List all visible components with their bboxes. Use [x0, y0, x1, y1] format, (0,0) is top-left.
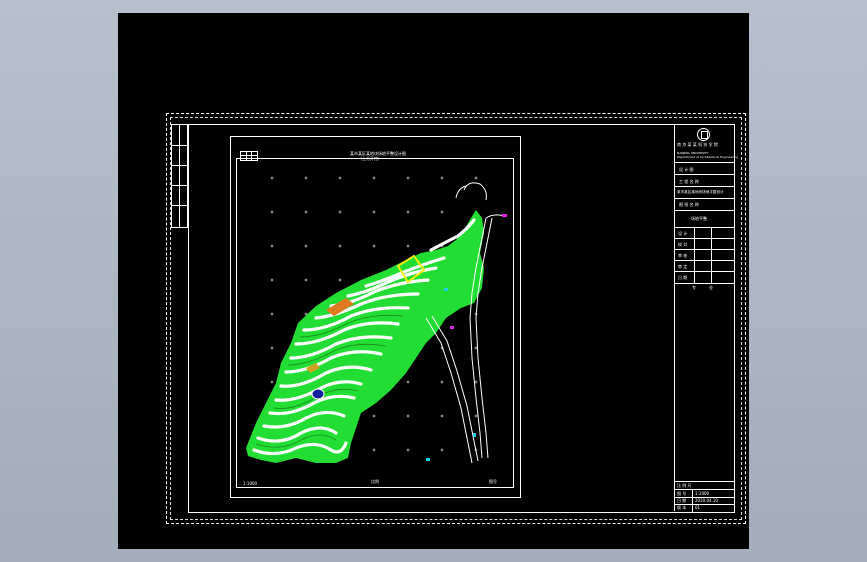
row-project-label: 工 程 名 称 [679, 179, 699, 184]
sig-foot-a: 专 [692, 285, 696, 290]
dept-en: Department of Architectural Engineering [677, 155, 739, 159]
sig-foot-b: 业 [709, 285, 713, 290]
bottom-row-1: 比 例 尺 [677, 483, 692, 488]
bottom-row-2: 图 号 [677, 491, 687, 496]
scale-right-label: 图号 [489, 479, 497, 484]
bottom-row-3: 日 期 [677, 498, 687, 503]
school-logo-icon [697, 128, 710, 141]
bottom-value-3: 01 [695, 505, 701, 510]
signature-grid: 设 计 校 对 审 核 审 定 日 期 专 业 [675, 227, 734, 291]
bottom-info-table: 比 例 尺 图 号 日 期 版 本 1:1000 2020.04.10 01 [675, 481, 734, 512]
sig-row-1: 设 计 [678, 231, 688, 236]
row-design-label: 设 计 图 [679, 167, 694, 172]
sig-row-3: 审 核 [678, 253, 688, 258]
title-block: 南 京 某 某 科 技 学 院 NANJING UNIVERSITY Depar… [674, 124, 738, 512]
bottom-value-2: 2020.04.10 [695, 498, 718, 503]
cad-drawing-viewport[interactable]: 某市某区某地块场地平整设计图 （土方开挖） 1:1000 比例 图号 南 京 某… [118, 13, 749, 549]
binding-margin-strip [171, 124, 188, 228]
school-name: 南 京 某 某 科 技 学 院 [677, 142, 718, 147]
sig-row-4: 审 定 [678, 264, 688, 269]
terrain-map[interactable] [236, 158, 514, 488]
row-drawing-label: 图 纸 名 称 [679, 202, 699, 207]
pond-blue [311, 388, 325, 400]
scale-mid-label: 比例 [371, 479, 379, 484]
row-drawing-value: 场地平整 [691, 216, 707, 221]
sig-row-5: 日 期 [678, 275, 688, 280]
scale-left-label: 1:1000 [243, 481, 258, 486]
sig-row-2: 校 对 [678, 242, 688, 247]
row-project-value: 某市某区某地块场地平整设计 [677, 190, 724, 194]
bottom-value-1: 1:1000 [695, 491, 710, 496]
bottom-row-4: 版 本 [677, 505, 687, 510]
